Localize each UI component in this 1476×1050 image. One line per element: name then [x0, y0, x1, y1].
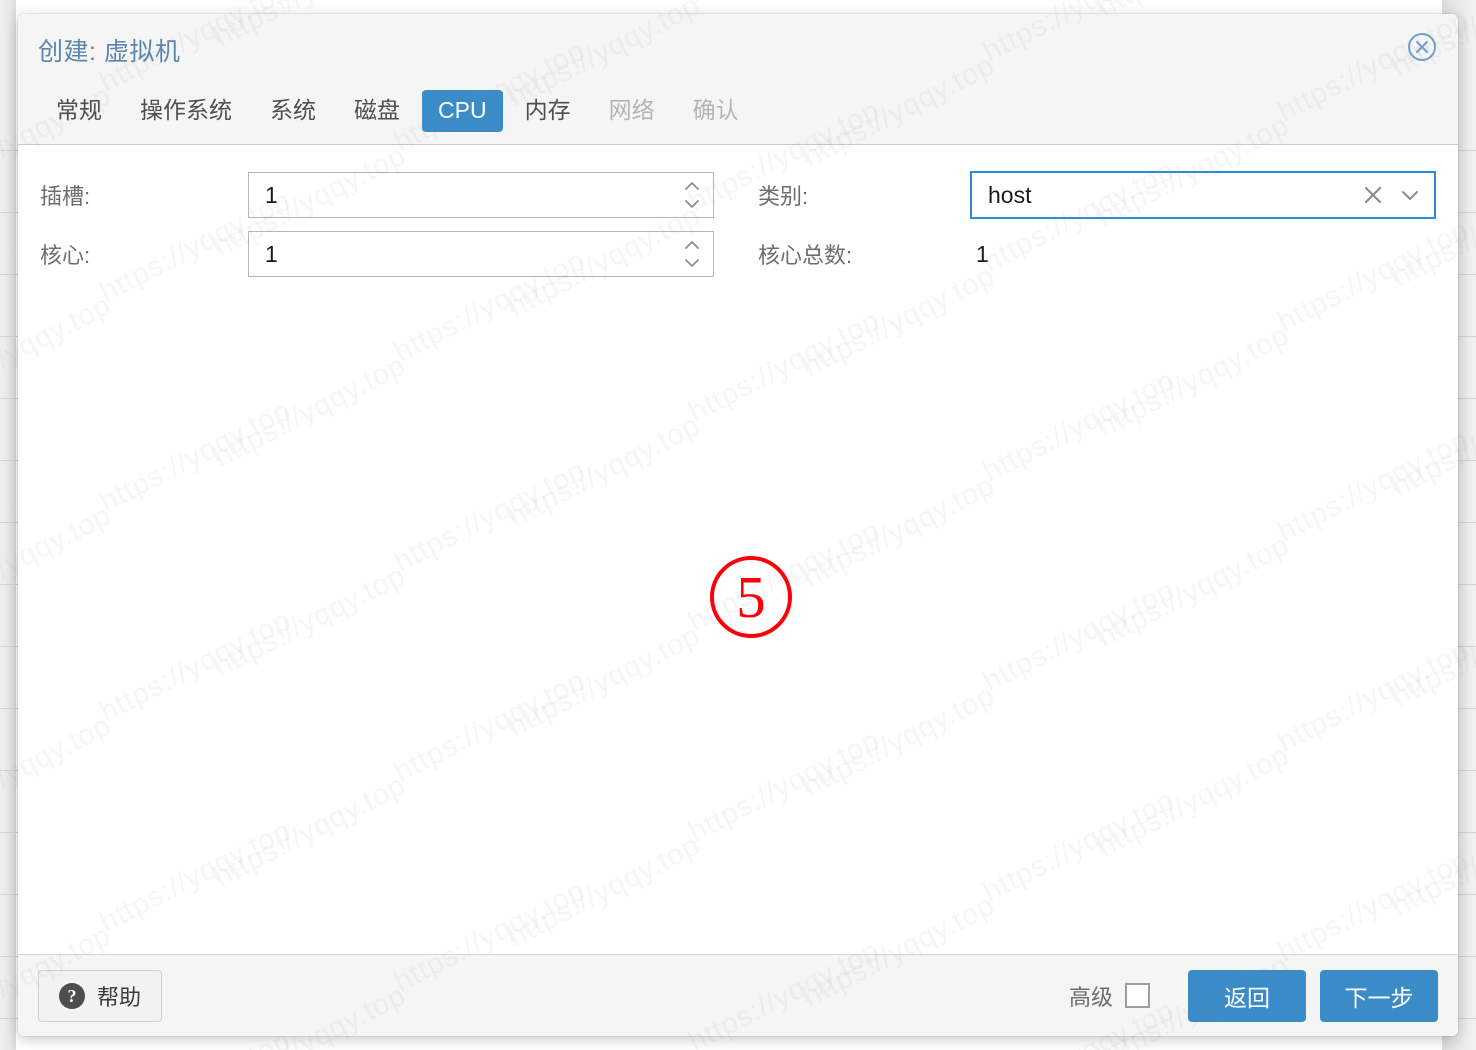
sockets-stepper[interactable]: [683, 180, 701, 210]
type-value: host: [972, 182, 1031, 209]
field-sockets: 插槽: 1: [40, 172, 758, 218]
tab-1[interactable]: 操作系统: [124, 90, 248, 132]
step-marker-annotation: 5: [710, 556, 792, 638]
chevron-up-icon: [683, 180, 701, 192]
field-cores: 核心: 1: [40, 231, 758, 277]
dialog-footer: ? 帮助 高级 返回 下一步: [18, 954, 1458, 1036]
form-row-sockets-type: 插槽: 1: [40, 171, 1436, 219]
help-button[interactable]: ? 帮助: [38, 970, 162, 1022]
tab-2[interactable]: 系统: [254, 90, 332, 132]
create-vm-dialog: 创建: 虚拟机 常规操作系统系统磁盘CPU内存网络确认 插槽: 1: [18, 14, 1458, 1036]
question-circle-icon: ?: [59, 983, 85, 1009]
type-combobox-icons: [1362, 184, 1420, 206]
tab-6: 网络: [593, 90, 671, 132]
total-cores-value: 1: [970, 241, 989, 268]
screen: https://yqqy.tophttps://yqqy.tophttps://…: [0, 0, 1476, 1050]
chevron-down-icon: [683, 198, 701, 210]
form-row-cores-total: 核心: 1: [40, 231, 1436, 277]
wizard-tabbar: 常规操作系统系统磁盘CPU内存网络确认: [18, 78, 1458, 145]
type-combobox[interactable]: host: [970, 171, 1436, 219]
sockets-value: 1: [249, 182, 278, 209]
total-cores-label: 核心总数:: [758, 238, 970, 270]
close-x-icon[interactable]: [1362, 184, 1384, 206]
cores-value: 1: [249, 241, 278, 268]
sockets-input[interactable]: 1: [248, 172, 714, 218]
help-button-label: 帮助: [97, 980, 141, 1012]
advanced-label: 高级: [1069, 980, 1113, 1012]
sockets-label: 插槽:: [40, 179, 248, 211]
chevron-down-icon[interactable]: [1400, 188, 1420, 202]
dialog-body: 插槽: 1: [18, 145, 1458, 954]
field-total-cores: 核心总数: 1: [758, 238, 1436, 270]
chevron-down-icon: [683, 257, 701, 269]
next-button[interactable]: 下一步: [1320, 970, 1438, 1022]
field-type: 类别: host: [758, 171, 1436, 219]
tab-5[interactable]: 内存: [509, 90, 587, 132]
dialog-header: 创建: 虚拟机: [18, 14, 1458, 78]
tab-7: 确认: [677, 90, 755, 132]
tab-4[interactable]: CPU: [422, 90, 503, 132]
cores-stepper[interactable]: [683, 239, 701, 269]
type-label: 类别:: [758, 179, 970, 211]
tab-3[interactable]: 磁盘: [338, 90, 416, 132]
dialog-title: 创建: 虚拟机: [38, 32, 180, 68]
close-circle-icon[interactable]: [1406, 31, 1438, 63]
chevron-up-icon: [683, 239, 701, 251]
back-button[interactable]: 返回: [1188, 970, 1306, 1022]
advanced-checkbox[interactable]: [1125, 983, 1150, 1008]
cores-input[interactable]: 1: [248, 231, 714, 277]
tab-0[interactable]: 常规: [40, 90, 118, 132]
cpu-form: 插槽: 1: [40, 171, 1436, 277]
cores-label: 核心:: [40, 238, 248, 270]
advanced-toggle[interactable]: 高级: [1069, 980, 1150, 1012]
